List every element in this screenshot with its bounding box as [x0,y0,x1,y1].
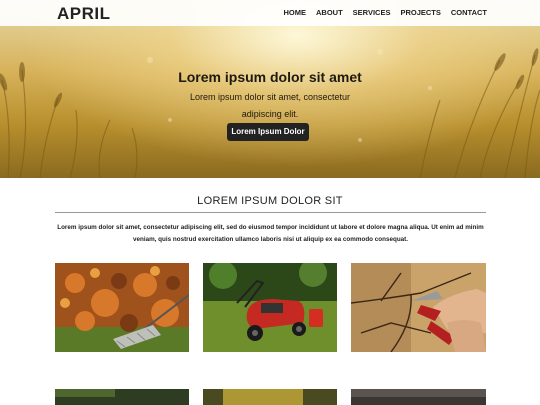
site-logo[interactable]: APRIL [57,4,111,24]
garden-photo-image [351,389,486,405]
gallery-item-row2-1[interactable] [55,389,189,405]
section-title: LOREM IPSUM DOLOR SIT [197,195,343,207]
hero-banner: Lorem ipsum dolor sit amet Lorem ipsum d… [0,0,540,178]
hero-subtitle: Lorem ipsum dolor sit amet, consectetur … [189,92,351,119]
raking-leaves-image [55,263,189,352]
gallery-item-raking-leaves[interactable] [55,263,189,352]
gallery-item-pruning[interactable] [351,263,486,352]
pruning-branch-image [351,263,486,352]
site-header: APRIL HOME ABOUT SERVICES PROJECTS CONTA… [0,0,540,26]
gallery-item-row2-2[interactable] [203,389,337,405]
nav-contact[interactable]: CONTACT [451,8,487,17]
nav-home[interactable]: HOME [283,8,306,17]
garden-photo-image [203,389,337,405]
main-nav: HOME ABOUT SERVICES PROJECTS CONTACT [283,8,487,17]
garden-photo-image [55,389,189,405]
gallery-item-lawn-mower[interactable] [203,263,337,352]
nav-projects[interactable]: PROJECTS [400,8,440,17]
lawn-mower-image [203,263,337,352]
nav-services[interactable]: SERVICES [353,8,391,17]
gallery-item-row2-3[interactable] [351,389,486,405]
section-description: Lorem ipsum dolor sit amet, consectetur … [57,224,484,243]
hero-cta-button[interactable]: Lorem Ipsum Dolor [227,123,309,141]
section-divider [55,212,486,213]
nav-about[interactable]: ABOUT [316,8,343,17]
hero-title: Lorem ipsum dolor sit amet [178,69,362,85]
